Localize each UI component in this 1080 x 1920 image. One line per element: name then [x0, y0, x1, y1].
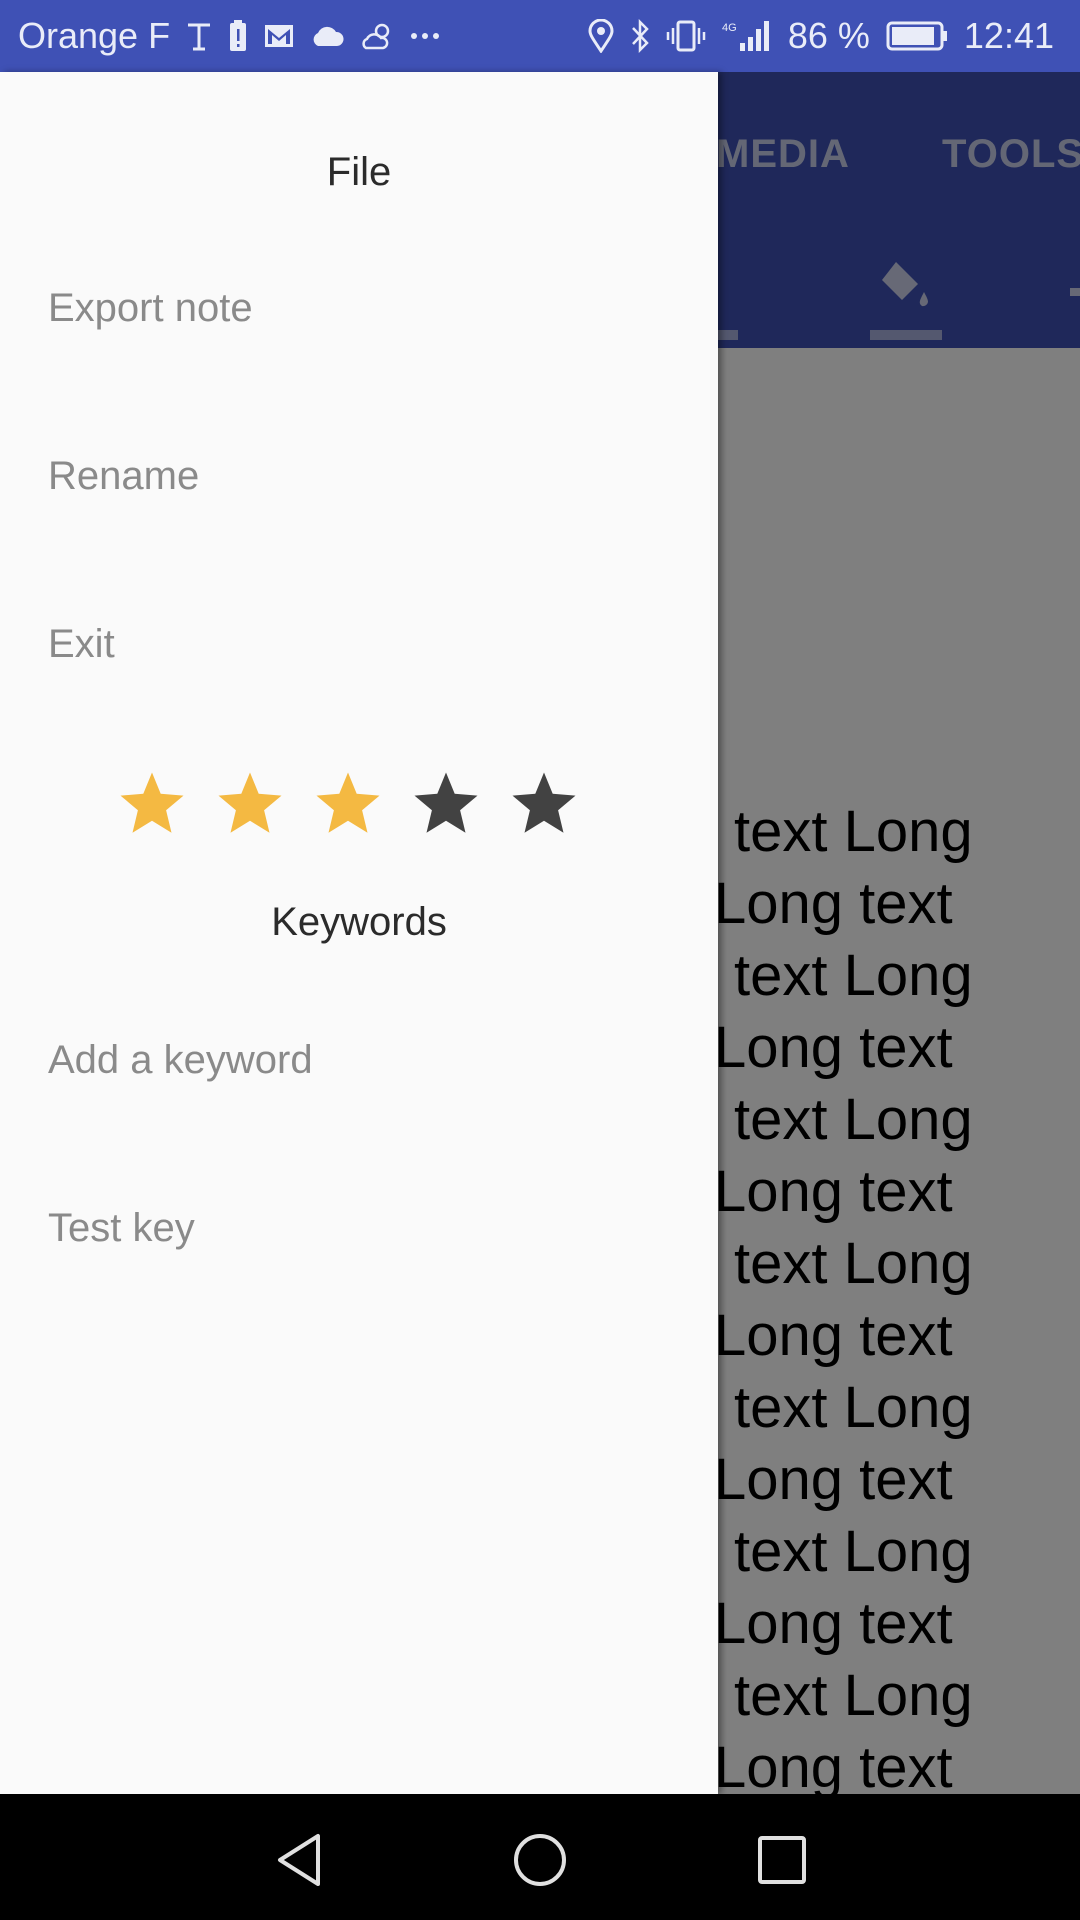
status-right: 4G 86 % 12:41	[588, 15, 1054, 57]
clock: 12:41	[963, 15, 1054, 56]
sim-icon	[186, 21, 212, 51]
exit-item[interactable]: Exit	[48, 622, 115, 667]
signal-4g-icon: 4G	[722, 19, 772, 53]
battery-percent: 86 %	[787, 15, 870, 56]
star-filled-icon[interactable]	[214, 768, 286, 840]
battery-alert-icon	[228, 19, 248, 53]
recents-icon[interactable]	[754, 1832, 810, 1893]
file-section-title: File	[326, 150, 392, 194]
carrier-label: Orange F	[18, 15, 171, 56]
weather-icon	[360, 21, 394, 51]
home-icon[interactable]	[512, 1832, 568, 1893]
more-notifications-icon	[410, 32, 440, 40]
rating-bar[interactable]	[116, 768, 580, 840]
add-keyword-item[interactable]: Add a keyword	[48, 1038, 313, 1083]
vibrate-icon	[666, 20, 706, 52]
back-icon[interactable]	[272, 1832, 328, 1893]
gmail-icon	[264, 24, 294, 48]
star-empty-icon[interactable]	[410, 768, 482, 840]
cloud-icon	[310, 25, 344, 47]
navigation-drawer: File Export note Rename Exit Keywords Ad…	[0, 72, 718, 1794]
svg-text:4G: 4G	[722, 22, 737, 34]
star-filled-icon[interactable]	[116, 768, 188, 840]
bluetooth-icon	[630, 19, 650, 53]
export-note-item[interactable]: Export note	[48, 286, 253, 331]
rename-item[interactable]: Rename	[48, 454, 199, 499]
system-nav-bar	[0, 1794, 1080, 1920]
star-empty-icon[interactable]	[508, 768, 580, 840]
status-left: Orange F	[18, 15, 440, 57]
keyword-item[interactable]: Test key	[48, 1206, 195, 1251]
star-filled-icon[interactable]	[312, 768, 384, 840]
battery-icon	[886, 21, 948, 51]
location-icon	[588, 19, 614, 53]
status-bar: Orange F 4G 86 % 12:41	[0, 0, 1080, 72]
keywords-section-title: Keywords	[271, 900, 447, 944]
